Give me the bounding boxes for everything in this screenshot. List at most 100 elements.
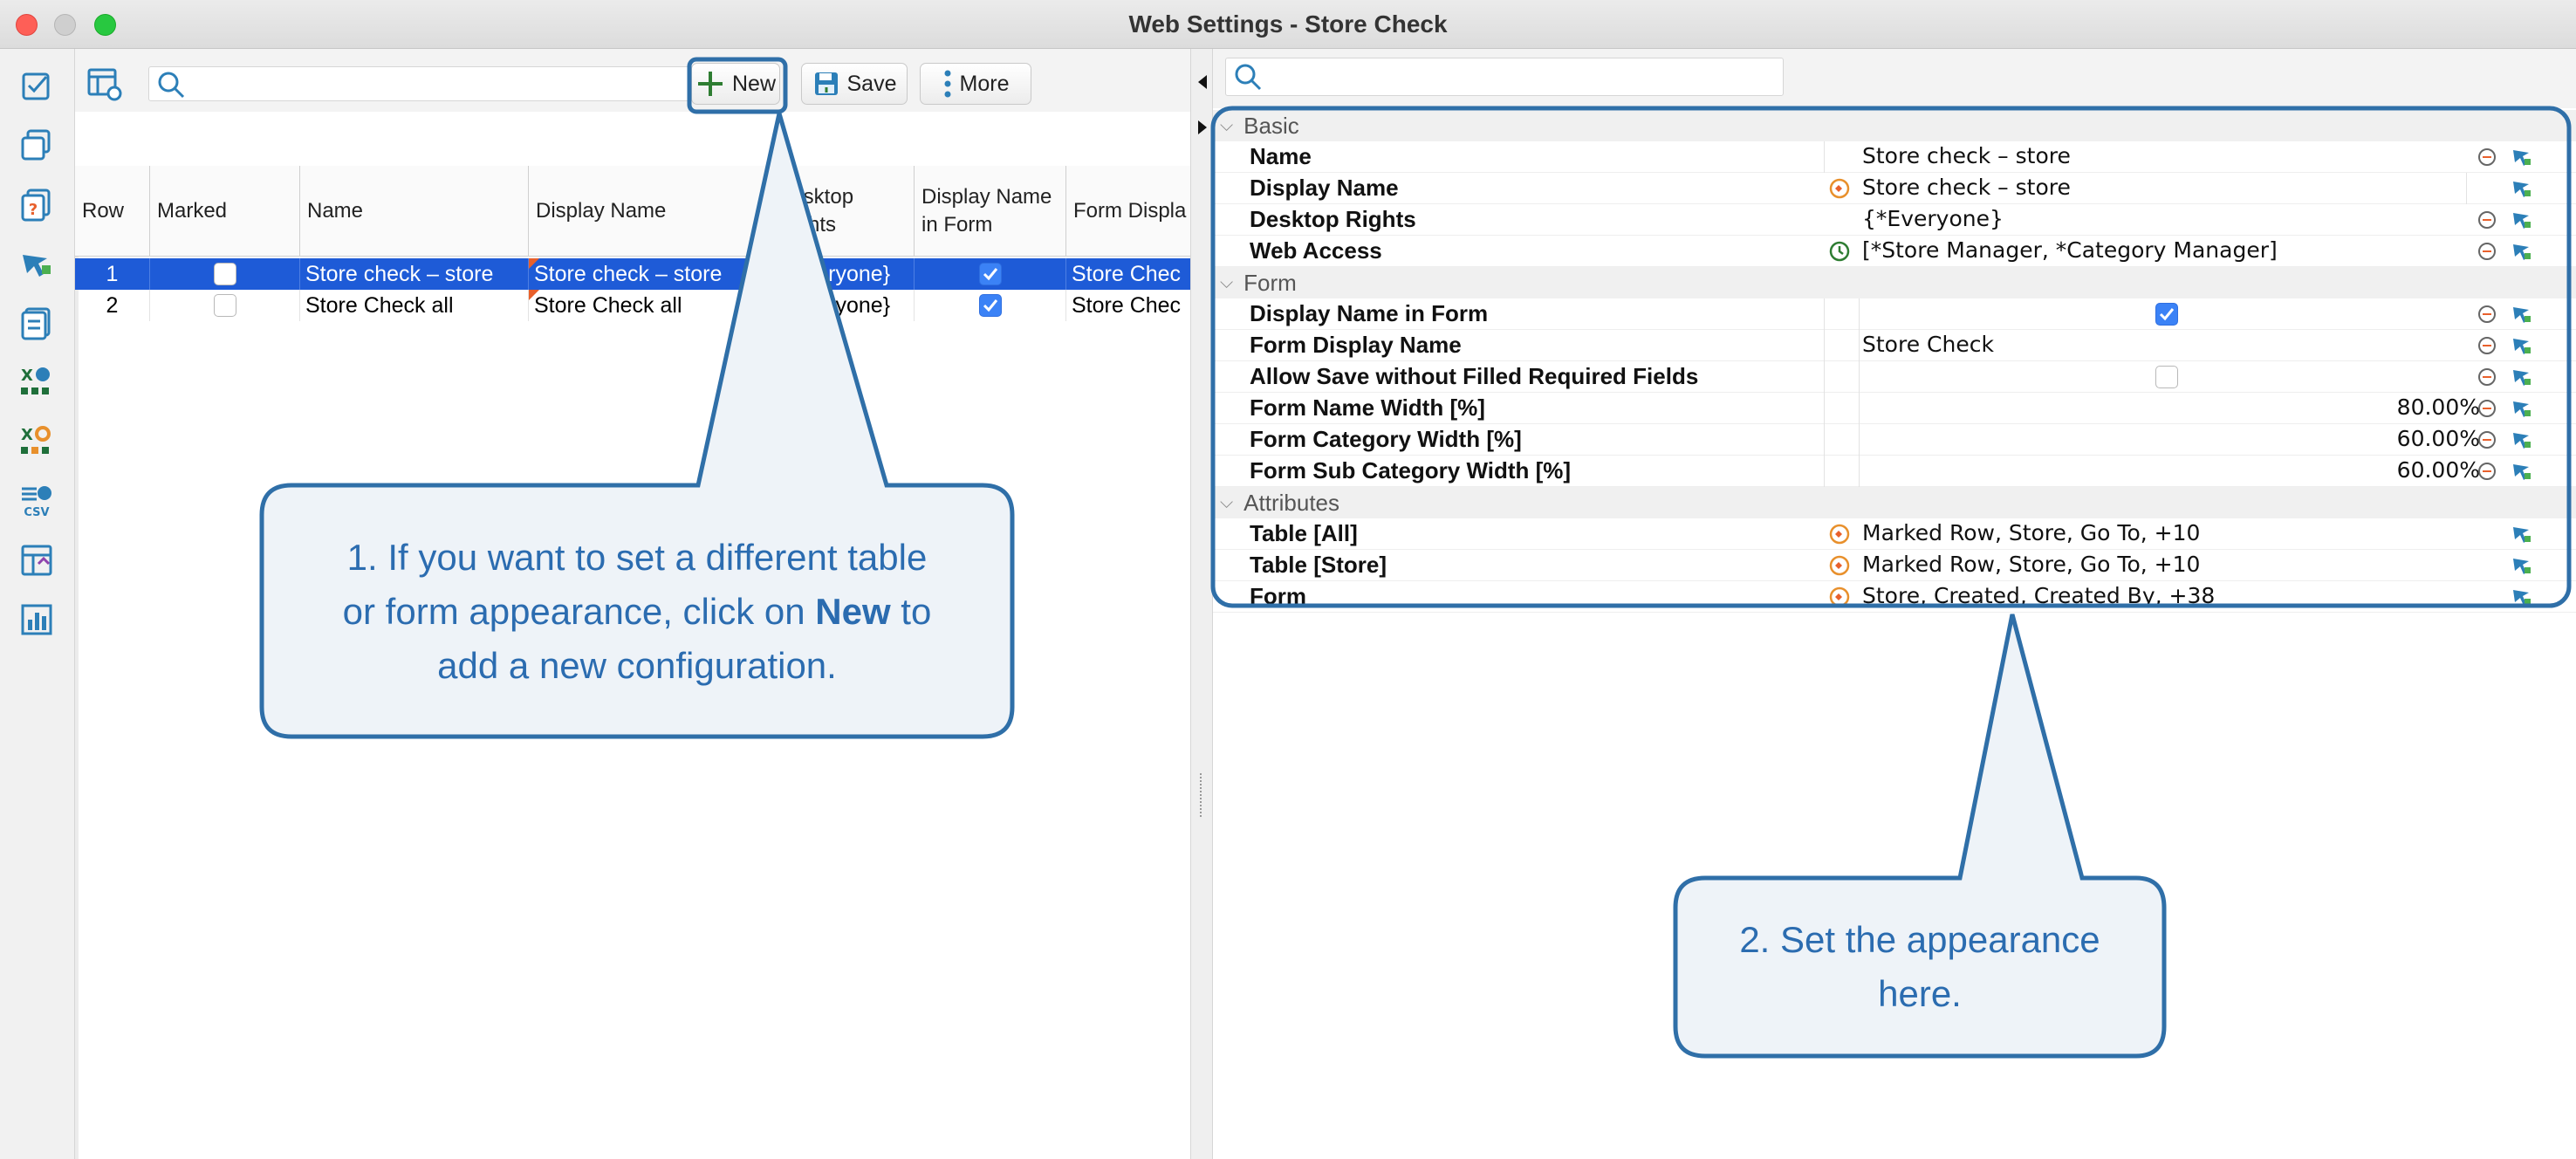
property-row-table-all[interactable]: Table [All] Marked Row, Store, Go To, +1… bbox=[1213, 518, 2576, 550]
reset-icon[interactable] bbox=[2477, 367, 2497, 387]
section-attributes[interactable]: ⌵ Attributes bbox=[1213, 487, 2576, 518]
table-row[interactable]: 1 Store check – store Store check – stor… bbox=[75, 258, 1190, 290]
property-row-name[interactable]: Name Store check – store bbox=[1213, 141, 2576, 173]
column-header-form-display[interactable]: Form Displa bbox=[1066, 166, 1190, 257]
reset-icon[interactable] bbox=[2477, 241, 2497, 262]
name-cell[interactable]: Store check – store bbox=[300, 258, 529, 290]
pages-icon[interactable] bbox=[19, 305, 54, 340]
new-button[interactable]: New bbox=[691, 63, 780, 105]
web-settings-icon[interactable] bbox=[19, 246, 54, 281]
copy-window-icon[interactable] bbox=[19, 127, 54, 162]
property-row-web-access[interactable]: Web Access [*Store Manager, *Category Ma… bbox=[1213, 236, 2576, 267]
grid-search-field[interactable] bbox=[148, 66, 742, 101]
excel-settings-icon[interactable]: X bbox=[19, 424, 54, 459]
section-form[interactable]: ⌵ Form bbox=[1213, 267, 2576, 298]
column-header-display-name-in-form[interactable]: Display Name in Form bbox=[915, 166, 1066, 257]
property-row-form-name-width[interactable]: Form Name Width [%] 80.00% bbox=[1213, 393, 2576, 424]
csv-export-icon[interactable]: CSV bbox=[19, 483, 54, 518]
marked-cell[interactable] bbox=[150, 290, 300, 321]
allow-save-checkbox[interactable] bbox=[2155, 366, 2178, 388]
column-header-name[interactable]: Name bbox=[300, 166, 529, 257]
reset-icon[interactable] bbox=[2477, 429, 2497, 450]
display-in-form-checkbox[interactable] bbox=[978, 294, 1002, 317]
web-cursor-icon[interactable] bbox=[2511, 586, 2532, 607]
reset-icon[interactable] bbox=[2477, 398, 2497, 419]
column-header-desktop-rights[interactable]: Desktop Rights bbox=[770, 166, 915, 257]
desktop-rights-cell[interactable]: {*Everyone} bbox=[770, 258, 915, 290]
help-document-icon[interactable]: ? bbox=[19, 187, 54, 222]
property-value[interactable]: [*Store Manager, *Category Manager] bbox=[1862, 237, 2278, 263]
reset-icon[interactable] bbox=[2477, 304, 2497, 325]
pane-splitter[interactable] bbox=[1190, 49, 1213, 1159]
web-cursor-icon[interactable] bbox=[2511, 429, 2532, 450]
web-cursor-icon[interactable] bbox=[2511, 241, 2532, 262]
translation-icon[interactable] bbox=[1829, 586, 1850, 607]
property-row-form-sub-category-width[interactable]: Form Sub Category Width [%] 60.00% bbox=[1213, 456, 2576, 487]
translation-icon[interactable] bbox=[1829, 555, 1850, 576]
display-in-form-cell[interactable] bbox=[915, 290, 1066, 321]
property-value[interactable]: Store check – store bbox=[1862, 175, 2071, 200]
form-display-cell[interactable]: Store Chec bbox=[1066, 290, 1190, 321]
column-header-row[interactable]: Row bbox=[75, 166, 150, 257]
section-basic[interactable]: ⌵ Basic bbox=[1213, 110, 2576, 141]
reset-icon[interactable] bbox=[2477, 209, 2497, 230]
reset-icon[interactable] bbox=[2477, 461, 2497, 482]
property-row-form[interactable]: Form Store, Created, Created By, +38 bbox=[1213, 581, 2576, 613]
web-cursor-icon[interactable] bbox=[2511, 367, 2532, 387]
web-cursor-icon[interactable] bbox=[2511, 555, 2532, 576]
web-cursor-icon[interactable] bbox=[2511, 461, 2532, 482]
web-cursor-icon[interactable] bbox=[2511, 209, 2532, 230]
grid-search-input[interactable] bbox=[191, 71, 732, 97]
property-value[interactable]: {*Everyone} bbox=[1862, 206, 2004, 231]
display-name-cell[interactable]: Store check – store bbox=[529, 258, 770, 290]
display-name-in-form-checkbox[interactable] bbox=[2155, 303, 2178, 326]
web-cursor-icon[interactable] bbox=[2511, 398, 2532, 419]
property-value[interactable]: 60.00% bbox=[2397, 457, 2480, 483]
property-row-display-name[interactable]: Display Name Store check – store bbox=[1213, 173, 2576, 204]
property-value[interactable]: Marked Row, Store, Go To, +10 bbox=[1862, 520, 2200, 545]
table-settings-icon[interactable] bbox=[87, 66, 122, 101]
bar-chart-icon[interactable] bbox=[19, 602, 54, 637]
collapse-arrows-icon[interactable] bbox=[1196, 72, 1209, 141]
web-cursor-icon[interactable] bbox=[2511, 304, 2532, 325]
table-layout-icon[interactable] bbox=[19, 543, 54, 578]
marked-checkbox[interactable] bbox=[213, 294, 236, 317]
translation-icon[interactable] bbox=[1829, 524, 1850, 545]
display-in-form-checkbox[interactable] bbox=[978, 263, 1002, 285]
translation-icon[interactable] bbox=[1829, 178, 1850, 199]
property-value[interactable]: 80.00% bbox=[2397, 394, 2480, 420]
property-row-display-name-in-form[interactable]: Display Name in Form bbox=[1213, 298, 2576, 330]
save-button[interactable]: Save bbox=[801, 63, 908, 105]
reset-icon[interactable] bbox=[2477, 147, 2497, 168]
property-row-allow-save[interactable]: Allow Save without Filled Required Field… bbox=[1213, 361, 2576, 393]
table-row[interactable]: 2 Store Check all Store Check all {*Ever… bbox=[75, 290, 1190, 321]
marked-cell[interactable] bbox=[150, 258, 300, 290]
property-value[interactable]: Store check – store bbox=[1862, 143, 2071, 168]
display-in-form-cell[interactable] bbox=[915, 258, 1066, 290]
property-value[interactable]: Store, Created, Created By, +38 bbox=[1862, 583, 2215, 608]
checklist-icon[interactable] bbox=[19, 68, 54, 103]
web-cursor-icon[interactable] bbox=[2511, 178, 2532, 199]
property-row-table-store[interactable]: Table [Store] Marked Row, Store, Go To, … bbox=[1213, 550, 2576, 581]
property-row-desktop-rights[interactable]: Desktop Rights {*Everyone} bbox=[1213, 204, 2576, 236]
reset-icon[interactable] bbox=[2477, 335, 2497, 356]
display-name-cell[interactable]: Store Check all bbox=[529, 290, 770, 321]
clock-icon[interactable] bbox=[1829, 241, 1850, 262]
web-cursor-icon[interactable] bbox=[2511, 524, 2532, 545]
property-row-form-category-width[interactable]: Form Category Width [%] 60.00% bbox=[1213, 424, 2576, 456]
property-value[interactable]: 60.00% bbox=[2397, 426, 2480, 451]
column-header-display-name[interactable]: Display Name bbox=[529, 166, 770, 257]
property-value[interactable]: Store Check bbox=[1862, 332, 1994, 357]
property-value[interactable]: Marked Row, Store, Go To, +10 bbox=[1862, 552, 2200, 577]
property-row-form-display-name[interactable]: Form Display Name Store Check bbox=[1213, 330, 2576, 361]
marked-checkbox[interactable] bbox=[213, 263, 236, 285]
web-cursor-icon[interactable] bbox=[2511, 147, 2532, 168]
web-cursor-icon[interactable] bbox=[2511, 335, 2532, 356]
form-display-cell[interactable]: Store Chec bbox=[1066, 258, 1190, 290]
desktop-rights-cell[interactable]: {*Everyone} bbox=[770, 290, 915, 321]
column-header-marked[interactable]: Marked bbox=[150, 166, 300, 257]
property-search-field[interactable] bbox=[1225, 58, 1784, 96]
name-cell[interactable]: Store Check all bbox=[300, 290, 529, 321]
excel-export-icon[interactable]: X bbox=[19, 365, 54, 400]
more-button[interactable]: More bbox=[920, 63, 1031, 105]
